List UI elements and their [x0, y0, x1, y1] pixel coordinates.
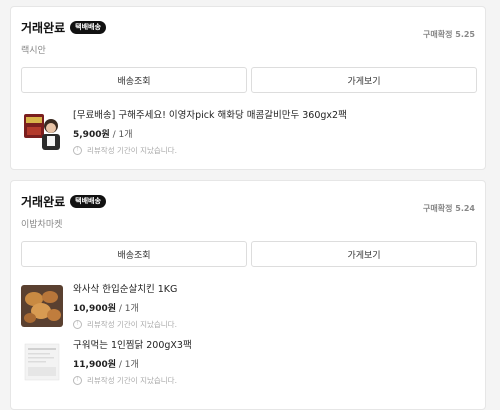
order-card: 거래완료 택배배송 구매확정 5.25 랙시안 배송조회 가게보기 [무료배송]… — [10, 6, 486, 170]
order-item[interactable]: [무료배송] 구해주세요! 이영자pick 해화당 매콤갈비만두 360gx2팩… — [21, 107, 475, 157]
info-icon: ! — [73, 376, 82, 385]
product-price: 11,900원 — [73, 360, 117, 370]
delivery-badge: 택배배송 — [70, 20, 106, 34]
seller-name[interactable]: 이밥차마켓 — [21, 217, 62, 230]
track-delivery-button[interactable]: 배송조회 — [21, 67, 247, 93]
review-notice: ! 리뷰작성 기간이 지났습니다. — [73, 145, 475, 156]
product-price: 5,900원 — [73, 130, 110, 140]
review-notice: ! 리뷰작성 기간이 지났습니다. — [73, 375, 475, 386]
product-thumbnail[interactable] — [21, 285, 63, 327]
product-quantity: / 1개 — [116, 360, 139, 370]
product-price-line: 10,900원 / 1개 — [73, 301, 475, 314]
fried-chicken-product-image — [21, 285, 63, 327]
order-status: 거래완료 — [21, 194, 66, 209]
order-status: 거래완료 — [21, 20, 66, 35]
product-price-line: 5,900원 / 1개 — [73, 127, 475, 140]
review-notice-text: 리뷰작성 기간이 지났습니다. — [87, 376, 177, 385]
product-price-line: 11,900원 / 1개 — [73, 357, 475, 370]
product-quantity: / 1개 — [109, 130, 133, 140]
product-title[interactable]: 구워먹는 1인찜닭 200gX3팩 — [73, 337, 475, 351]
order-item[interactable]: 와사삭 한입순살치킨 1KG 10,900원 / 1개 ! 리뷰작성 기간이 지… — [21, 281, 475, 331]
order-card: 거래완료 택배배송 구매확정 5.24 이밥차마켓 배송조회 가게보기 와사삭 … — [10, 180, 486, 410]
purchase-confirmed-date: 구매확정 5.24 — [423, 204, 475, 213]
jjimdak-product-image — [21, 341, 63, 383]
product-thumbnail[interactable] — [21, 111, 63, 153]
order-item[interactable]: 구워먹는 1인찜닭 200gX3팩 11,900원 / 1개 ! 리뷰작성 기간… — [21, 337, 475, 387]
review-notice: ! 리뷰작성 기간이 지났습니다. — [73, 319, 475, 330]
review-notice-text: 리뷰작성 기간이 지났습니다. — [87, 146, 177, 155]
product-thumbnail[interactable] — [21, 341, 63, 383]
view-store-button[interactable]: 가게보기 — [251, 241, 477, 267]
seller-name[interactable]: 랙시안 — [21, 43, 46, 56]
info-icon: ! — [73, 320, 82, 329]
order-header: 거래완료 택배배송 — [21, 191, 106, 211]
order-header: 거래완료 택배배송 — [21, 17, 106, 37]
purchase-confirmed-date: 구매확정 5.25 — [423, 30, 475, 39]
view-store-button[interactable]: 가게보기 — [251, 67, 477, 93]
product-title[interactable]: 와사삭 한입순살치킨 1KG — [73, 281, 475, 295]
delivery-badge: 택배배송 — [70, 194, 106, 208]
review-notice-text: 리뷰작성 기간이 지났습니다. — [87, 320, 177, 329]
info-icon: ! — [73, 146, 82, 155]
track-delivery-button[interactable]: 배송조회 — [21, 241, 247, 267]
product-quantity: / 1개 — [116, 304, 139, 314]
product-price: 10,900원 — [73, 304, 117, 314]
product-title[interactable]: [무료배송] 구해주세요! 이영자pick 해화당 매콤갈비만두 360gx2팩 — [73, 107, 475, 121]
dumpling-product-image — [21, 111, 63, 153]
